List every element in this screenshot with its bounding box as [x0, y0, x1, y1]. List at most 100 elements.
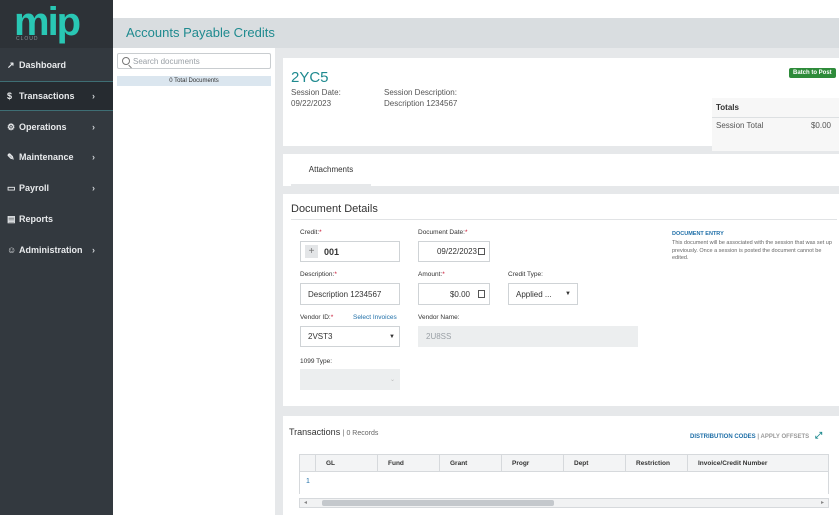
- records-count: | 0 Records: [342, 430, 379, 437]
- column-header[interactable]: Grant: [440, 455, 502, 471]
- column-header[interactable]: Dept: [564, 455, 626, 471]
- vendor-id-label: Vendor ID:*: [300, 314, 334, 321]
- nav-label: Transactions: [19, 91, 75, 101]
- document-date-value: 09/22/2023: [436, 247, 477, 256]
- amount-field[interactable]: $0.00: [418, 283, 490, 305]
- nav-label: Administration: [19, 245, 83, 255]
- vendor-id-select[interactable]: 2VST3 ▼: [300, 326, 400, 347]
- page-header: Accounts Payable Credits: [113, 18, 839, 48]
- column-header[interactable]: GL: [316, 455, 378, 471]
- actions-separator: |: [757, 434, 760, 440]
- horizontal-scrollbar[interactable]: ◂ ▸: [299, 498, 829, 508]
- search-icon: [122, 57, 130, 65]
- nav-label: Payroll: [19, 183, 50, 193]
- chevron-right-icon: ›: [92, 122, 95, 132]
- nav-label: Reports: [19, 214, 54, 224]
- row-number-header: [300, 455, 316, 471]
- scroll-right-icon[interactable]: ▸: [821, 499, 824, 506]
- tabs-bar: Attachments: [283, 154, 839, 186]
- nav-label: Operations: [19, 122, 67, 132]
- logo-sub: CLOUD: [16, 36, 39, 42]
- nav-label: Dashboard: [19, 60, 67, 70]
- session-date: 09/22/2023: [291, 99, 332, 108]
- chevron-right-icon: ›: [92, 152, 95, 162]
- vendor-name-field: 2U8SS: [418, 326, 638, 347]
- chevron-right-icon: ›: [92, 183, 95, 193]
- credit-type-select[interactable]: Applied ... ▼: [508, 283, 578, 305]
- session-card: 2YC5 Session Date: 09/22/2023 Session De…: [283, 58, 839, 151]
- top-strip: [113, 0, 839, 18]
- nav-administration[interactable]: ☺ Administration ›: [0, 235, 113, 265]
- column-header[interactable]: Restriction: [626, 455, 688, 471]
- document-date-label: Document Date:*: [418, 229, 468, 236]
- row-number[interactable]: 1: [306, 478, 310, 485]
- expand-icon[interactable]: ⤢: [815, 430, 822, 440]
- chevron-right-icon: ›: [92, 91, 95, 101]
- column-header[interactable]: Fund: [378, 455, 440, 471]
- document-list-panel: Search documents 0 Total Documents: [113, 48, 275, 515]
- transactions-card: Transactions | 0 Records DISTRIBUTION CO…: [283, 416, 839, 515]
- caret-down-icon: ▼: [389, 333, 395, 340]
- nav-payroll[interactable]: ▭ Payroll ›: [0, 173, 113, 203]
- nav-dashboard[interactable]: ↗ Dashboard: [0, 50, 113, 80]
- document-entry-title: DOCUMENT ENTRY: [672, 231, 724, 237]
- type-1099-select: ⌄: [300, 369, 400, 390]
- description-value: Description 1234567: [308, 289, 382, 299]
- transactions-actions: DISTRIBUTION CODES | APPLY OFFSETS ⤢: [690, 430, 822, 441]
- document-date-field[interactable]: 09/22/2023: [418, 241, 490, 262]
- document-details-card: Document Details Credit:* + 001 Document…: [283, 194, 839, 406]
- session-id: 2YC5: [291, 69, 329, 86]
- divider: [291, 219, 837, 220]
- total-documents[interactable]: 0 Total Documents: [117, 76, 271, 86]
- dashboard-icon: ↗: [7, 59, 15, 70]
- tab-attachments[interactable]: Attachments: [291, 154, 371, 186]
- caret-down-icon: ⌄: [389, 377, 395, 383]
- vendor-name-value: 2U8SS: [426, 332, 452, 341]
- calendar-icon[interactable]: [478, 248, 485, 255]
- credit-type-value: Applied ...: [516, 289, 552, 299]
- calculator-icon[interactable]: [478, 290, 485, 298]
- scrollbar-thumb[interactable]: [322, 500, 554, 506]
- session-description: Description 1234567: [384, 99, 458, 108]
- nav-label: Maintenance: [19, 152, 74, 162]
- column-header[interactable]: Invoice/Credit Number: [688, 455, 828, 471]
- nav-maintenance[interactable]: ✎ Maintenance ›: [0, 142, 113, 172]
- document-entry-text: This document will be associated with th…: [672, 240, 832, 261]
- select-invoices-link[interactable]: Select Invoices: [353, 314, 397, 321]
- credit-type-label: Credit Type:: [508, 271, 543, 278]
- nav-operations[interactable]: ⚙ Operations ›: [0, 112, 113, 142]
- vendor-id-value: 2VST3: [308, 332, 333, 341]
- plus-icon[interactable]: +: [305, 245, 318, 258]
- nav-transactions[interactable]: $ Transactions ›: [0, 81, 113, 111]
- caret-down-icon: ▼: [565, 291, 571, 297]
- session-description-label: Session Description:: [384, 88, 457, 97]
- type-1099-label: 1099 Type:: [300, 358, 333, 365]
- document-details-title: Document Details: [291, 203, 378, 215]
- sidebar: mip CLOUD ↗ Dashboard $ Transactions › ⚙…: [0, 0, 113, 515]
- scroll-left-icon[interactable]: ◂: [304, 499, 307, 506]
- batch-to-post-button[interactable]: Batch to Post: [789, 68, 836, 78]
- amount-label: Amount:*: [418, 271, 445, 278]
- money-icon: ▭: [7, 182, 16, 193]
- totals-divider: [712, 117, 839, 118]
- apply-offsets-link[interactable]: APPLY OFFSETS: [760, 434, 809, 440]
- search-input[interactable]: Search documents: [117, 53, 271, 69]
- credit-label: Credit:*: [300, 229, 322, 236]
- session-date-label: Session Date:: [291, 88, 341, 97]
- nav-reports[interactable]: ▤ Reports: [0, 204, 113, 234]
- transactions-table-header: GL Fund Grant Progr Dept Restriction Inv…: [299, 454, 829, 472]
- table-body: 1: [299, 472, 829, 494]
- totals-label: Session Total: [716, 121, 764, 130]
- column-header[interactable]: Progr: [502, 455, 564, 471]
- users-icon: ☺: [7, 245, 17, 255]
- amount-value: $0.00: [449, 289, 470, 299]
- vendor-name-label: Vendor Name:: [418, 314, 460, 321]
- logo[interactable]: mip CLOUD: [0, 0, 113, 48]
- totals-title: Totals: [716, 103, 739, 112]
- page-title: Accounts Payable Credits: [126, 25, 275, 40]
- main-content: 2YC5 Session Date: 09/22/2023 Session De…: [275, 48, 839, 515]
- totals-value: $0.00: [810, 121, 831, 130]
- credit-field[interactable]: + 001: [300, 241, 400, 262]
- description-field[interactable]: Description 1234567: [300, 283, 400, 305]
- distribution-codes-link[interactable]: DISTRIBUTION CODES: [690, 434, 756, 440]
